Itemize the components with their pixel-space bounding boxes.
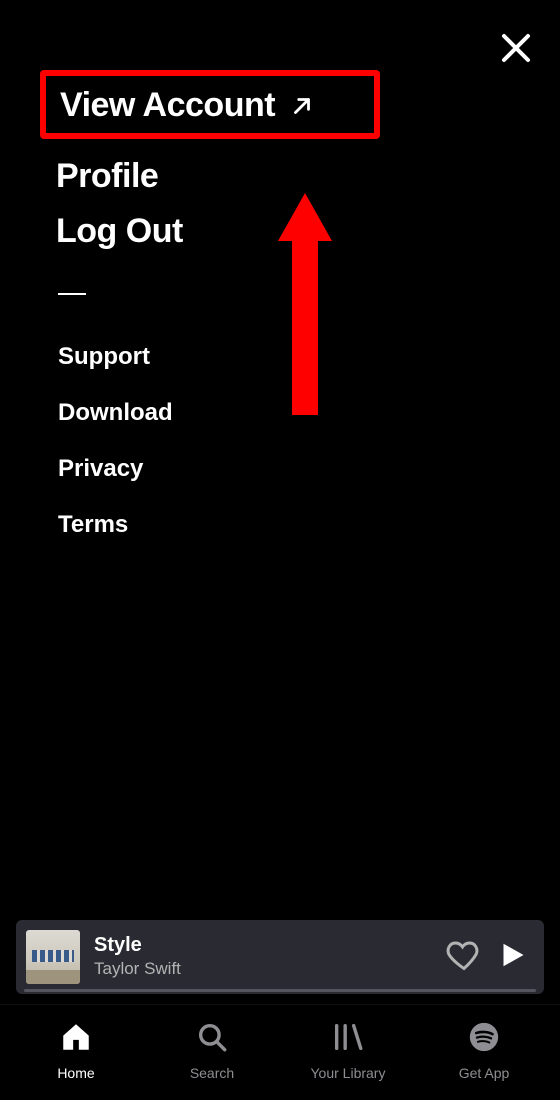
home-icon bbox=[59, 1020, 93, 1059]
nav-get-app[interactable]: Get App bbox=[416, 1020, 552, 1081]
menu-item-log-out[interactable]: Log Out bbox=[40, 204, 520, 259]
menu-item-label: Terms bbox=[58, 511, 128, 538]
close-button[interactable] bbox=[496, 28, 536, 68]
nav-library[interactable]: Your Library bbox=[280, 1020, 416, 1081]
play-icon bbox=[496, 940, 526, 975]
account-menu: View Account Profile Log Out Support Dow… bbox=[40, 70, 520, 553]
spotify-icon bbox=[467, 1020, 501, 1059]
library-icon bbox=[331, 1020, 365, 1059]
nav-label: Get App bbox=[459, 1065, 510, 1081]
bottom-nav: Home Search Your Library Ge bbox=[0, 1004, 560, 1100]
menu-item-label: Log Out bbox=[56, 212, 183, 251]
menu-item-download[interactable]: Download bbox=[40, 385, 520, 441]
menu-item-label: View Account bbox=[60, 86, 275, 125]
now-playing-bar[interactable]: Style Taylor Swift bbox=[16, 920, 544, 994]
heart-icon bbox=[446, 937, 482, 978]
nav-label: Search bbox=[190, 1065, 234, 1081]
menu-item-terms[interactable]: Terms bbox=[40, 497, 520, 553]
now-playing-text: Style Taylor Swift bbox=[94, 934, 432, 979]
search-icon bbox=[195, 1020, 229, 1059]
menu-item-label: Support bbox=[58, 343, 150, 370]
nav-label: Home bbox=[57, 1065, 94, 1081]
menu-item-privacy[interactable]: Privacy bbox=[40, 441, 520, 497]
album-art bbox=[26, 930, 80, 984]
annotation-highlight-box: View Account bbox=[40, 70, 380, 139]
menu-item-profile[interactable]: Profile bbox=[40, 149, 520, 204]
menu-item-label: Profile bbox=[56, 157, 158, 196]
nav-search[interactable]: Search bbox=[144, 1020, 280, 1081]
external-link-icon bbox=[289, 93, 315, 119]
like-button[interactable] bbox=[446, 937, 482, 978]
menu-item-view-account[interactable]: View Account bbox=[60, 86, 360, 125]
progress-bar[interactable] bbox=[24, 989, 536, 992]
nav-home[interactable]: Home bbox=[8, 1020, 144, 1081]
play-button[interactable] bbox=[496, 940, 526, 975]
menu-item-label: Download bbox=[58, 399, 173, 426]
track-title: Style bbox=[94, 934, 432, 956]
track-artist: Taylor Swift bbox=[94, 959, 432, 979]
menu-item-label: Privacy bbox=[58, 455, 143, 482]
menu-item-support[interactable]: Support bbox=[40, 329, 520, 385]
menu-divider bbox=[58, 293, 86, 295]
nav-label: Your Library bbox=[311, 1065, 386, 1081]
